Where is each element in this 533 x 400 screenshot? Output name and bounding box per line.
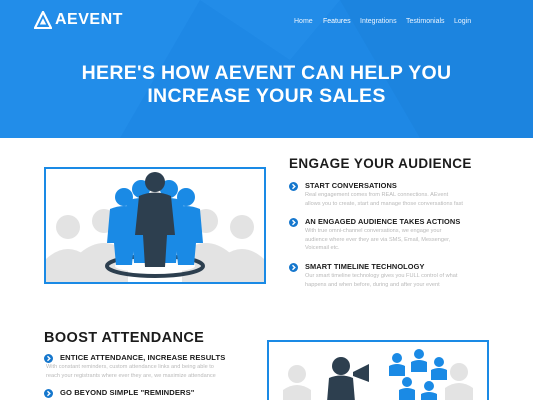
engage-item-2-heading: AN ENGAGED AUDIENCE TAKES ACTIONS [305,217,461,226]
boost-illustration-card [267,340,489,400]
boost-section-title: BOOST ATTENDANCE [44,330,205,346]
engage-item-1-heading: START CONVERSATIONS [305,181,397,190]
nav-login[interactable]: Login [454,17,471,27]
nav-integrations[interactable]: Integrations [360,17,397,27]
chevron-right-icon [289,218,298,227]
boost-item-1-line-1: With constant reminders, custom attendan… [46,364,214,370]
engage-item-3-heading: SMART TIMELINE TECHNOLOGY [305,262,425,271]
megaphone-speaker-icon [283,349,473,400]
boost-item-1-text: With constant reminders, custom attendan… [46,363,216,380]
engage-section-title: ENGAGE YOUR AUDIENCE [289,156,472,171]
engage-illustration-card [44,167,266,284]
boost-item-1-line-2: reach your registrants where ever they a… [46,372,216,379]
nav-testimonials[interactable]: Testimonials [406,17,445,27]
engage-item-3-text: Our smart timeline technology gives you … [305,272,457,289]
nav-features[interactable]: Features [323,17,351,27]
hero-title-line-2: INCREASE YOUR SALES [147,85,386,107]
hero-banner: AEVENT Home Features Integrations Testim… [0,0,533,138]
hero-title: HERE'S HOW AEVENT CAN HELP YOU INCREASE … [0,62,533,108]
main-nav: Home Features Integrations Testimonials … [0,17,533,29]
audience-group-icon [46,172,264,282]
engage-item-2-line-3: Voicemail etc. [305,245,340,252]
boost-item-2-heading: GO BEYOND SIMPLE "REMINDERS" [60,388,195,397]
chevron-right-icon [44,389,53,398]
engage-item-1-line-2: allows you to create, start and manage t… [305,200,463,207]
engage-item-1-line-1: Real engagement comes from REAL connecti… [305,192,449,198]
engage-item-3-line-2: happens and when before, during and afte… [305,281,440,288]
engage-item-2-line-2: audience where ever they are via SMS, Em… [305,236,451,243]
chevron-right-icon [289,263,298,272]
hero-title-line-1: HERE'S HOW AEVENT CAN HELP YOU [81,62,452,84]
nav-home[interactable]: Home [294,17,313,27]
boost-item-1-heading: ENTICE ATTENDANCE, INCREASE RESULTS [60,353,226,362]
engage-item-3-line-1: Our smart timeline technology gives you … [305,273,458,279]
chevron-right-icon [44,354,53,363]
chevron-right-icon [289,182,298,191]
engage-item-1-text: Real engagement comes from REAL connecti… [305,191,463,208]
engage-item-2-line-1: With true omni-channel conversations, we… [305,228,442,234]
engage-item-2-text: With true omni-channel conversations, we… [305,227,450,253]
